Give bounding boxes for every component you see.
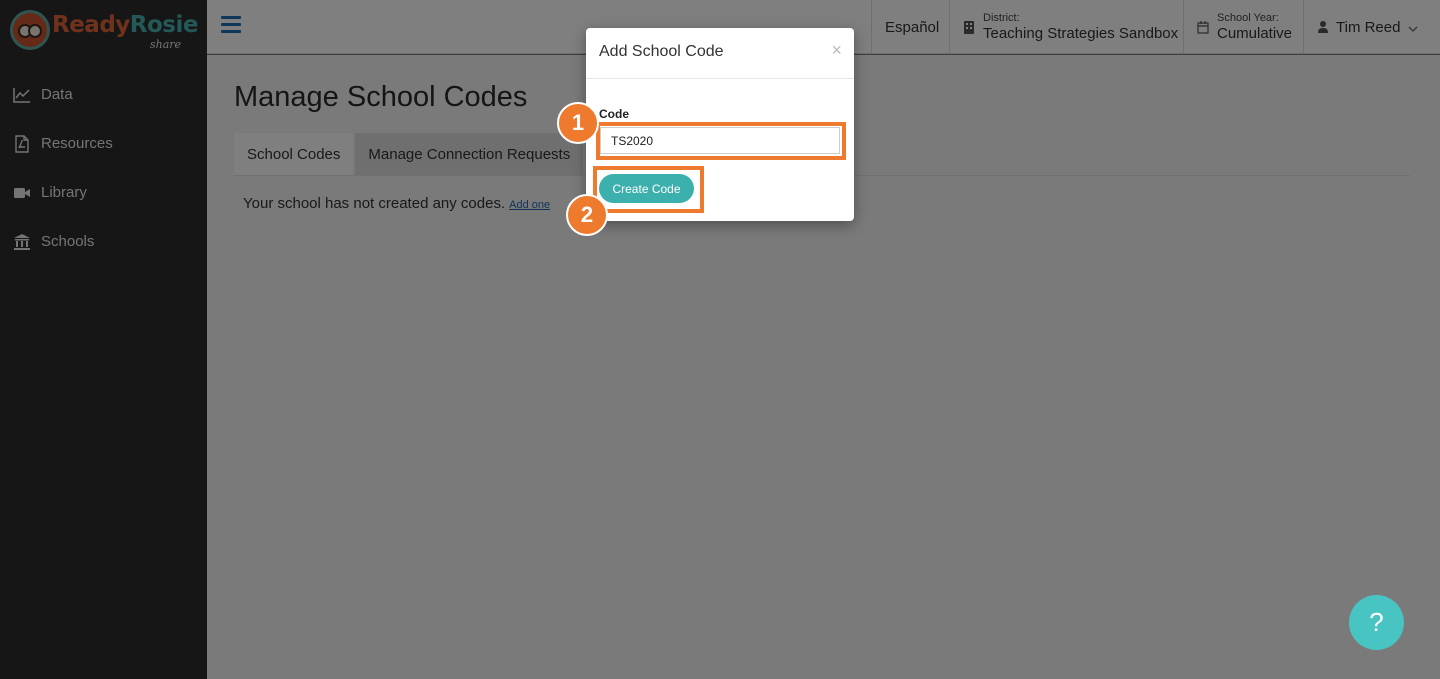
create-code-button[interactable]: Create Code: [599, 174, 694, 203]
modal-header: Add School Code ×: [586, 28, 854, 79]
add-school-code-modal: Add School Code × Code Create Code: [586, 28, 854, 221]
step-2-badge: 2: [566, 194, 608, 236]
code-input[interactable]: [600, 127, 840, 154]
step-1-badge: 1: [557, 102, 599, 144]
close-icon[interactable]: ×: [831, 41, 842, 59]
help-button[interactable]: ?: [1349, 595, 1404, 650]
modal-title: Add School Code: [599, 43, 724, 60]
code-field-label: Code: [599, 107, 629, 121]
